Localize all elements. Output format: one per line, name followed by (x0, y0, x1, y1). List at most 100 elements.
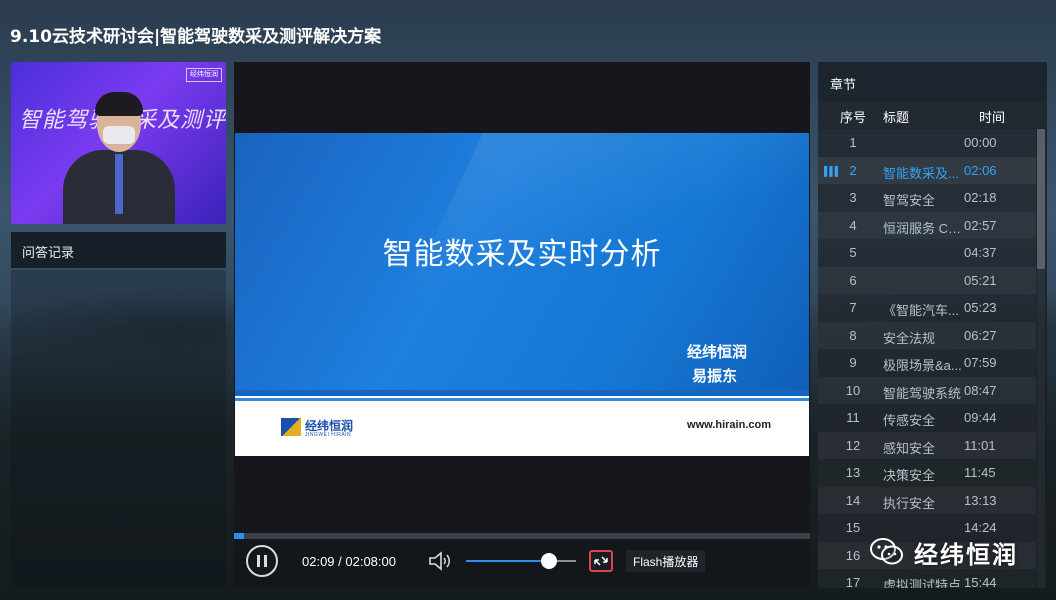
chapter-title: 执行安全 (883, 495, 936, 511)
player-controls: 02:09 / 02:08:00 Flash播放器 (234, 542, 810, 588)
progress-fill (234, 533, 244, 539)
chapter-time: 00:00 (964, 135, 997, 150)
slide-divider-thin (235, 398, 809, 401)
scroll-thumb[interactable] (1037, 129, 1045, 269)
chapter-number: 11 (846, 410, 860, 425)
pause-icon (257, 555, 260, 567)
chapter-row[interactable]: 5 04:37 (818, 239, 1036, 267)
chapter-number: 2 (849, 162, 857, 178)
chapters-title: 章节 (830, 77, 857, 92)
chapter-row[interactable]: 1 00:00 (818, 129, 1036, 157)
progress-bar[interactable] (234, 533, 810, 539)
chapter-time: 09:44 (964, 410, 997, 425)
exit-fullscreen-button[interactable] (589, 550, 613, 572)
chapter-row[interactable]: 8 安全法规 06:27 (818, 321, 1036, 349)
slide-url: www.hirain.com (687, 419, 771, 431)
chapter-number: 13 (845, 465, 861, 480)
chapter-number: 12 (845, 437, 861, 453)
chapter-title: 智驾安全 (883, 193, 936, 208)
wechat-watermark: 经纬恒润 (870, 534, 1018, 570)
presenter-lanyard (115, 154, 123, 214)
slide-company: 经纬恒润 (686, 343, 747, 361)
chapter-row[interactable]: 13 决策安全 11:45 (818, 459, 1036, 487)
chapter-row[interactable]: 7 《智能汽车... 05:23 (818, 294, 1036, 322)
chapter-number: 9 (849, 355, 857, 370)
presenter-mask (103, 126, 135, 144)
chapter-title: 传感安全 (883, 413, 936, 428)
chapter-time: 05:23 (964, 300, 997, 315)
chapter-number: 3 (849, 190, 857, 205)
chapter-time: 13:13 (964, 492, 997, 508)
chapter-row[interactable]: 11 传感安全 09:44 (818, 404, 1036, 432)
chapter-row[interactable]: ▌▌▌ 2 智能数采及... 02:06 (818, 156, 1036, 184)
company-logo-icon (281, 418, 301, 436)
chapter-title: 决策安全 (883, 468, 936, 483)
chapter-number: 6 (849, 272, 857, 288)
chapter-title: 极限场景&a... (883, 358, 962, 373)
volume-slider[interactable] (466, 560, 576, 562)
flash-player-button[interactable]: Flash播放器 (626, 550, 706, 572)
chapter-time: 08:47 (964, 382, 997, 398)
presenter-camera: 智能驾驶数采及测评解决方案 经纬恒润 (11, 62, 226, 224)
slide-banner: 智能数采及实时分析 经纬恒润 易振东 (235, 133, 809, 390)
speaker-icon[interactable] (427, 550, 455, 572)
video-player[interactable]: 智能数采及实时分析 经纬恒润 易振东 经纬恒润 JINGWEI HIRAIN w… (234, 62, 810, 588)
qa-panel (11, 270, 226, 588)
exit-fullscreen-icon (594, 556, 608, 566)
chapter-time: 02:06 (964, 162, 997, 178)
chapters-panel: 章节 序号 标题 时间 1 00:00 ▌▌▌ 2 智能数采及... 02:06 3 智驾安全… (818, 62, 1047, 588)
chapter-row[interactable]: 3 智驾安全 02:18 (818, 184, 1036, 212)
chapter-list: 1 00:00 ▌▌▌ 2 智能数采及... 02:06 3 智驾安全 02:18 4 恒润服务 C… (818, 129, 1036, 588)
page-title: 9.10云技术研讨会|智能驾驶数采及测评解决方案 (10, 27, 382, 47)
chapter-time: 07:59 (964, 355, 997, 370)
chapters-header: 序号 标题 时间 (818, 102, 1047, 128)
chapter-row[interactable]: 17 虚拟测试特点 15:44 (818, 569, 1036, 588)
slide-decoration (399, 133, 809, 313)
chapter-number: 4 (849, 217, 857, 233)
chapter-row[interactable]: 12 感知安全 11:01 (818, 431, 1036, 459)
chapter-time: 04:37 (964, 245, 997, 260)
slide-logo-subtext: JINGWEI HIRAIN (305, 432, 352, 438)
chapter-number: 10 (845, 382, 861, 398)
chapter-title: 智能驾驶系统 (883, 385, 962, 401)
video-area[interactable]: 智能数采及实时分析 经纬恒润 易振东 经纬恒润 JINGWEI HIRAIN w… (234, 62, 810, 527)
chapter-scrollbar[interactable] (1037, 129, 1045, 588)
chapter-title: 虚拟测试特点 (883, 578, 962, 588)
chapter-title: 恒润服务 CL... (883, 220, 963, 236)
chapter-row[interactable]: 14 执行安全 13:13 (818, 486, 1036, 514)
chapter-time: 15:44 (964, 575, 997, 588)
chapter-row[interactable]: 6 05:21 (818, 266, 1036, 294)
chapter-time: 05:21 (964, 272, 997, 288)
chapter-row[interactable]: 10 智能驾驶系统 08:47 (818, 376, 1036, 404)
chapter-title: 安全法规 (883, 330, 936, 346)
qa-tab[interactable]: 问答记录 (11, 232, 226, 268)
presenter-hair (95, 92, 143, 116)
chapter-time: 11:45 (964, 465, 996, 480)
column-header-time: 时间 (979, 110, 1006, 125)
time-display: 02:09 / 02:08:00 (302, 554, 396, 569)
pause-icon-bar (264, 555, 267, 567)
chapter-title: 《智能汽车... (883, 303, 959, 318)
chapter-time: 02:18 (964, 190, 997, 205)
chapter-row[interactable]: 4 恒润服务 CL... 02:57 (818, 211, 1036, 239)
chapter-number: 8 (849, 327, 857, 343)
chapter-number: 15 (845, 520, 861, 535)
slide-author: 易振东 (691, 367, 737, 385)
chapter-time: 06:27 (964, 327, 997, 343)
slide-title: 智能数采及实时分析 (382, 237, 662, 272)
wechat-icon (870, 538, 903, 565)
chapter-number: 17 (845, 575, 861, 588)
chapter-number: 7 (849, 300, 857, 315)
chapter-time: 02:57 (964, 217, 997, 233)
now-playing-icon: ▌▌▌ (824, 165, 841, 176)
camera-logo: 经纬恒润 (186, 68, 222, 82)
volume-knob[interactable] (541, 553, 557, 569)
column-header-title: 标题 (883, 110, 910, 125)
presentation-slide: 智能数采及实时分析 经纬恒润 易振东 经纬恒润 JINGWEI HIRAIN w… (235, 133, 809, 456)
chapter-row[interactable]: 9 极限场景&a... 07:59 (818, 349, 1036, 377)
pause-button[interactable] (246, 545, 278, 577)
column-header-no: 序号 (840, 110, 867, 125)
chapter-title: 智能数采及... (883, 165, 959, 181)
chapter-time: 11:01 (964, 437, 996, 453)
chapter-time: 14:24 (964, 520, 997, 535)
